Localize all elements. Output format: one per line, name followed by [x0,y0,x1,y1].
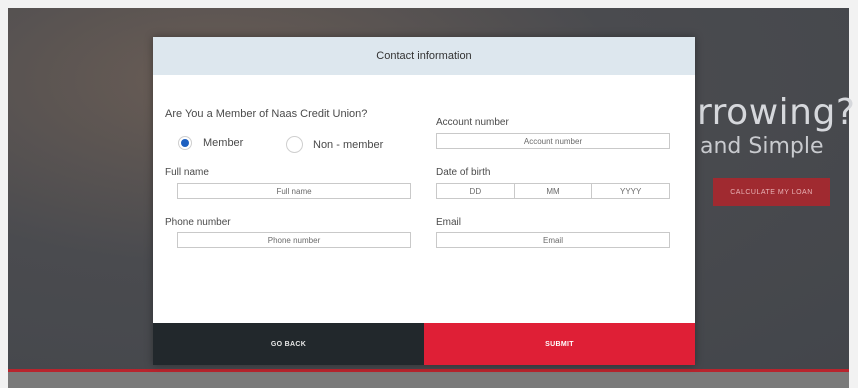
non-member-option[interactable]: Non - member [286,136,383,153]
modal-title: Contact information [153,37,695,75]
member-label: Member [203,137,244,149]
non-member-label: Non - member [313,138,384,151]
email-input[interactable] [436,232,670,248]
member-radio[interactable] [178,136,192,150]
email-label: Email [436,217,462,228]
dob-year-input[interactable] [592,184,670,198]
go-back-button[interactable]: GO BACK [153,323,424,365]
date-of-birth-label: Date of birth [436,167,491,178]
submit-button[interactable]: SUBMIT [424,323,695,365]
hero-subtitle: and Simple [700,134,824,159]
full-name-input[interactable] [177,183,411,199]
account-number-label: Account number [436,117,509,128]
calculate-loan-button[interactable]: CALCULATE MY LOAN [713,178,830,206]
hero-title: rrowing? [697,92,856,133]
membership-question: Are You a Member of Naas Credit Union? [165,108,368,120]
full-name-label: Full name [165,167,209,178]
non-member-radio[interactable] [286,136,303,153]
dob-month-input[interactable] [514,184,593,198]
contact-modal: Contact information Are You a Member of … [153,37,695,365]
member-option[interactable]: Member [178,136,243,150]
phone-number-input[interactable] [177,232,411,248]
radio-selected-dot [181,139,189,147]
account-number-input[interactable] [436,133,670,149]
phone-number-label: Phone number [165,217,231,228]
date-of-birth-group [436,183,670,199]
dob-day-input[interactable] [437,184,515,198]
footer-strip [8,372,849,388]
